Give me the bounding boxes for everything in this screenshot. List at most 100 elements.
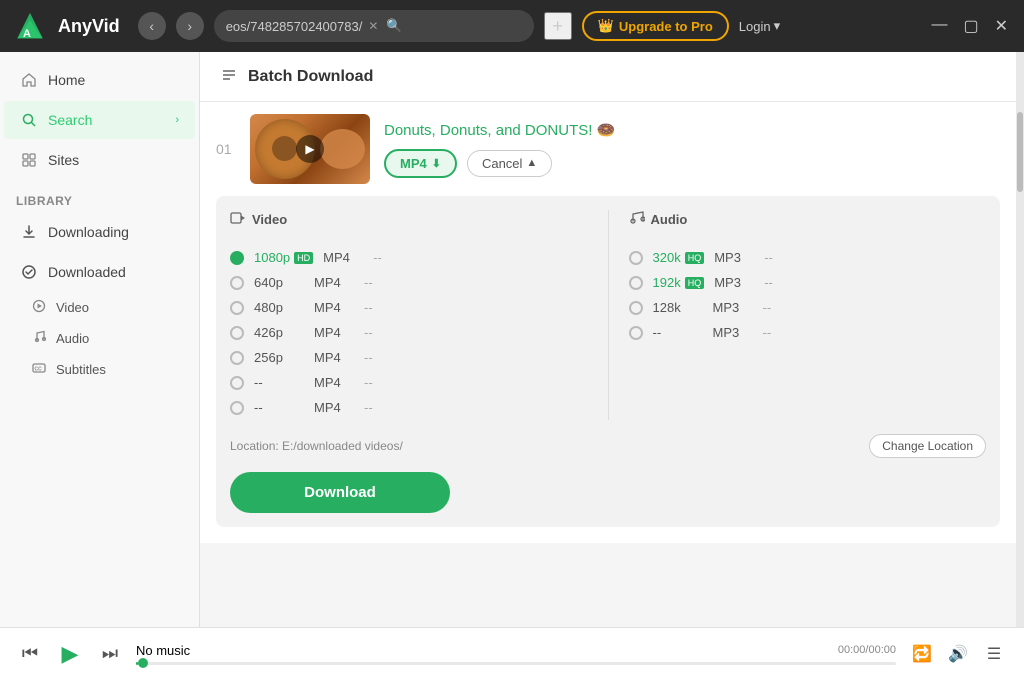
subtitles-sub-label: Subtitles	[56, 362, 106, 377]
res-256p: 256p	[254, 350, 304, 365]
format-mp4: MP4	[314, 350, 354, 365]
url-text: eos/748285702400783/	[226, 19, 363, 34]
downloaded-label: Downloaded	[48, 264, 126, 280]
sidebar-item-home[interactable]: Home	[4, 61, 195, 99]
quality-row[interactable]: 480p MP4 --	[230, 295, 588, 320]
sidebar-sub-video[interactable]: Video	[0, 292, 199, 323]
login-button[interactable]: Login ▾	[739, 18, 780, 34]
video-col-header: Video	[230, 210, 588, 235]
back-button[interactable]: ‹	[138, 12, 166, 40]
volume-button[interactable]: 🔊	[944, 640, 972, 668]
maximize-button[interactable]: ▢	[959, 16, 982, 36]
quality-radio[interactable]	[230, 376, 244, 390]
crown-icon: 👑	[598, 18, 614, 34]
sidebar-sub-subtitles[interactable]: CC Subtitles	[0, 354, 199, 385]
next-button[interactable]: ⏭	[96, 640, 124, 668]
video-sub-label: Video	[56, 300, 89, 315]
audio-sub-label: Audio	[56, 331, 89, 346]
res-1080p: 1080pHD	[254, 250, 313, 265]
player-progress-bar[interactable]	[136, 662, 896, 665]
quality-radio[interactable]	[230, 401, 244, 415]
quality-row[interactable]: -- MP3 --	[629, 320, 987, 345]
forward-button[interactable]: ›	[176, 12, 204, 40]
res-128k: 128k	[653, 300, 703, 315]
hq-badge: HQ	[685, 277, 705, 289]
video-thumbnail: ▶	[250, 114, 370, 184]
window-controls: — ▢ ✕	[927, 16, 1012, 36]
chevron-down-icon: ▾	[774, 18, 781, 34]
scrollbar-track[interactable]	[1016, 52, 1024, 627]
video-icon	[230, 210, 246, 229]
size-dash: --	[364, 300, 373, 315]
main-layout: Home Search › Sites Library Downloading	[0, 52, 1024, 627]
quality-radio[interactable]	[629, 251, 643, 265]
quality-radio[interactable]	[629, 276, 643, 290]
quality-row[interactable]: 320kHQ MP3 --	[629, 245, 987, 270]
audio-quality-col: Audio 320kHQ MP3 --	[629, 210, 987, 420]
url-close-icon[interactable]: ✕	[368, 19, 378, 33]
size-dash: --	[364, 325, 373, 340]
sidebar-item-downloaded[interactable]: Downloaded	[4, 253, 195, 291]
sidebar-item-downloading[interactable]: Downloading	[4, 213, 195, 251]
minimize-button[interactable]: —	[927, 16, 951, 36]
sidebar-item-sites[interactable]: Sites	[4, 141, 195, 179]
chevron-up-icon: ▲	[526, 157, 537, 169]
grid-icon	[20, 151, 38, 169]
quality-radio[interactable]	[230, 301, 244, 315]
cancel-button[interactable]: Cancel ▲	[467, 150, 552, 177]
sidebar-item-search[interactable]: Search ›	[4, 101, 195, 139]
quality-row[interactable]: 192kHQ MP3 --	[629, 270, 987, 295]
quality-row[interactable]: 128k MP3 --	[629, 295, 987, 320]
quality-row[interactable]: 256p MP4 --	[230, 345, 588, 370]
prev-button[interactable]: ⏮	[16, 640, 44, 668]
play-button[interactable]: ▶	[56, 640, 84, 668]
quality-radio[interactable]	[230, 351, 244, 365]
change-location-button[interactable]: Change Location	[869, 434, 986, 458]
app-name: AnyVid	[58, 16, 120, 37]
add-tab-button[interactable]: +	[544, 12, 572, 40]
format-mp4-button[interactable]: MP4 ⬇	[384, 149, 457, 178]
sites-label: Sites	[48, 152, 79, 168]
download-small-icon: ⬇	[432, 157, 441, 170]
cc-icon: CC	[32, 361, 46, 378]
res-dash1: --	[254, 375, 304, 390]
download-button[interactable]: Download	[230, 472, 450, 513]
size-dash: --	[763, 325, 772, 340]
player-info: No music 00:00/00:00	[136, 643, 896, 665]
video-header-label: Video	[252, 212, 287, 227]
login-label: Login	[739, 19, 771, 34]
scrollbar-thumb[interactable]	[1017, 112, 1023, 192]
quality-radio[interactable]	[629, 301, 643, 315]
upgrade-button[interactable]: 👑 Upgrade to Pro	[582, 11, 729, 41]
quality-radio[interactable]	[230, 251, 244, 265]
video-quality-col: Video 1080pHD MP4 --	[230, 210, 588, 420]
item-number: 01	[216, 141, 236, 157]
url-bar: eos/748285702400783/ ✕ 🔍	[214, 10, 534, 42]
download-section: Download	[230, 462, 986, 513]
sidebar-sub-audio[interactable]: Audio	[0, 323, 199, 354]
quality-row[interactable]: 426p MP4 --	[230, 320, 588, 345]
res-dash2: --	[254, 400, 304, 415]
column-divider	[608, 210, 609, 420]
res-192k: 192kHQ	[653, 275, 705, 290]
close-button[interactable]: ✕	[991, 16, 1012, 36]
quality-radio[interactable]	[230, 276, 244, 290]
format-mp3: MP3	[713, 300, 753, 315]
quality-row[interactable]: 1080pHD MP4 --	[230, 245, 588, 270]
res-640p: 640p	[254, 275, 304, 290]
repeat-button[interactable]: 🔁	[908, 640, 936, 668]
search-icon	[20, 111, 38, 129]
quality-row[interactable]: -- MP4 --	[230, 370, 588, 395]
playlist-button[interactable]: ☰	[980, 640, 1008, 668]
batch-title: Batch Download	[248, 68, 373, 86]
quality-radio[interactable]	[629, 326, 643, 340]
quality-radio[interactable]	[230, 326, 244, 340]
video-header: 01 ▶ D	[200, 102, 1016, 196]
quality-row[interactable]: -- MP4 --	[230, 395, 588, 420]
home-label: Home	[48, 72, 85, 88]
quality-row[interactable]: 640p MP4 --	[230, 270, 588, 295]
location-text: Location: E:/downloaded videos/	[230, 439, 403, 453]
size-dash: --	[764, 250, 773, 265]
format-mp4: MP4	[314, 325, 354, 340]
search-label: Search	[48, 112, 92, 128]
